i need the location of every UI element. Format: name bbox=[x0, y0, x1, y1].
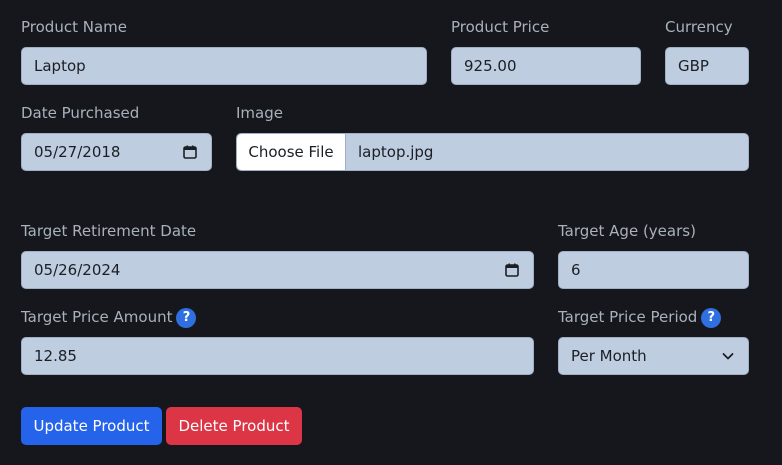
choose-file-button[interactable]: Choose File bbox=[237, 134, 346, 170]
target-price-period-label: Target Price Period? bbox=[558, 307, 722, 328]
chevron-down-icon bbox=[722, 353, 734, 360]
target-price-period-label-text: Target Price Period bbox=[558, 308, 698, 326]
target-retirement-date-input[interactable]: 05/26/2024 bbox=[21, 251, 534, 289]
date-purchased-label: Date Purchased bbox=[21, 104, 140, 122]
currency-input[interactable]: GBP bbox=[665, 47, 749, 85]
target-retirement-date-value: 05/26/2024 bbox=[34, 261, 121, 279]
currency-label: Currency bbox=[665, 18, 733, 36]
target-retirement-date-label: Target Retirement Date bbox=[21, 222, 197, 240]
target-price-amount-label: Target Price Amount? bbox=[21, 307, 197, 328]
help-icon[interactable]: ? bbox=[176, 307, 197, 328]
target-age-label: Target Age (years) bbox=[558, 222, 696, 240]
calendar-icon[interactable] bbox=[505, 263, 519, 277]
delete-product-button[interactable]: Delete Product bbox=[166, 407, 302, 445]
target-price-period-select[interactable]: Per Month bbox=[558, 337, 749, 375]
help-icon[interactable]: ? bbox=[701, 307, 722, 328]
image-file-name: laptop.jpg bbox=[358, 143, 434, 161]
product-price-input[interactable]: 925.00 bbox=[451, 47, 641, 85]
product-name-label: Product Name bbox=[21, 18, 127, 36]
date-purchased-input[interactable]: 05/27/2018 bbox=[21, 133, 212, 171]
target-price-amount-label-text: Target Price Amount bbox=[21, 308, 173, 326]
calendar-icon[interactable] bbox=[183, 145, 197, 159]
target-price-amount-input[interactable]: 12.85 bbox=[21, 337, 534, 375]
target-price-period-value: Per Month bbox=[571, 347, 647, 365]
date-purchased-value: 05/27/2018 bbox=[34, 143, 121, 161]
image-file-input[interactable]: Choose File laptop.jpg bbox=[236, 133, 749, 171]
product-name-input[interactable]: Laptop bbox=[21, 47, 427, 85]
update-product-button[interactable]: Update Product bbox=[21, 407, 162, 445]
product-price-label: Product Price bbox=[451, 18, 550, 36]
target-age-input[interactable]: 6 bbox=[558, 251, 749, 289]
image-label: Image bbox=[236, 104, 283, 122]
